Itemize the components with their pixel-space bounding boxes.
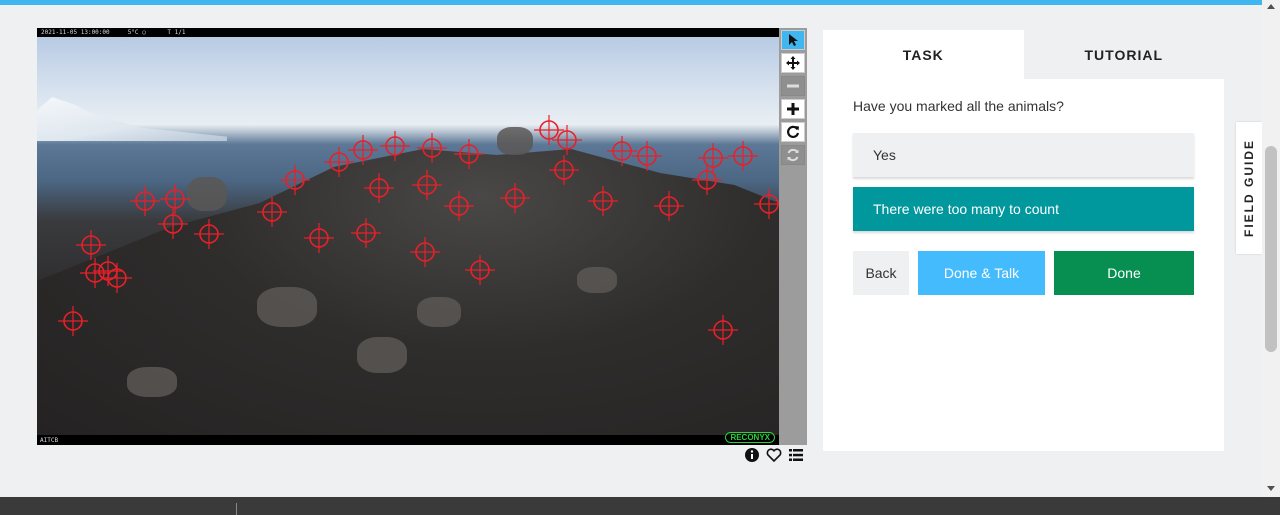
animal-mark-crosshair[interactable] [58, 306, 88, 336]
back-button[interactable]: Back [853, 251, 909, 295]
animal-mark-crosshair[interactable] [549, 155, 579, 185]
rotate-tool[interactable] [781, 122, 805, 142]
zoom-in-tool[interactable] [781, 99, 805, 119]
animal-mark-crosshair[interactable] [324, 147, 354, 177]
list-icon[interactable] [788, 447, 804, 463]
task-tabs: TASK TUTORIAL [823, 30, 1224, 79]
animal-mark-crosshair[interactable] [444, 191, 474, 221]
animal-mark-crosshair[interactable] [364, 173, 394, 203]
animal-mark-crosshair[interactable] [692, 165, 722, 195]
animal-mark-crosshair[interactable] [607, 136, 637, 166]
animal-mark-crosshair[interactable] [500, 183, 530, 213]
animal-mark-crosshair[interactable] [698, 143, 728, 173]
animal-mark-crosshair[interactable] [754, 189, 779, 219]
top-accent-bar [0, 0, 1262, 5]
subject-meta-icons [744, 447, 804, 463]
plus-icon [787, 103, 799, 115]
done-and-talk-button[interactable]: Done & Talk [918, 251, 1045, 295]
heart-icon[interactable] [766, 447, 782, 463]
footer-divider [236, 503, 237, 515]
page-scrollbar[interactable] [1262, 0, 1280, 497]
animal-mark-crosshair[interactable] [654, 191, 684, 221]
pointer-tool[interactable] [781, 30, 805, 50]
animal-mark-crosshair[interactable] [348, 135, 378, 165]
field-guide-tab[interactable]: FIELD GUIDE [1236, 122, 1262, 254]
rotate-icon [787, 125, 800, 138]
tab-tutorial[interactable]: TUTORIAL [1023, 30, 1224, 79]
minus-icon [787, 84, 799, 88]
animal-mark-crosshair[interactable] [632, 141, 662, 171]
animal-mark-crosshair[interactable] [158, 209, 188, 239]
animal-mark-crosshair[interactable] [304, 223, 334, 253]
scroll-down-arrow-icon[interactable] [1267, 486, 1275, 491]
animal-mark-crosshair[interactable] [160, 184, 190, 214]
tab-task[interactable]: TASK [823, 30, 1024, 79]
animal-mark-crosshair[interactable] [412, 170, 442, 200]
pointer-icon [789, 34, 798, 46]
move-tool[interactable] [781, 53, 805, 73]
animal-mark-crosshair[interactable] [194, 219, 224, 249]
animal-mark-crosshair[interactable] [417, 133, 447, 163]
field-guide-label: FIELD GUIDE [1242, 138, 1257, 238]
answer-yes-button[interactable]: Yes [853, 133, 1194, 177]
animal-mark-crosshair[interactable] [280, 165, 310, 195]
subject-image-viewer[interactable]: 2021-11-05 13:00:00 5°C ◯ T 1/1 AITCB RE… [37, 28, 779, 445]
answer-too-many-button[interactable]: There were too many to count [853, 187, 1194, 231]
animal-mark-crosshair[interactable] [728, 141, 758, 171]
zoom-out-tool[interactable] [781, 76, 805, 96]
scroll-thumb[interactable] [1265, 146, 1277, 352]
done-button[interactable]: Done [1054, 251, 1194, 295]
animal-mark-crosshair[interactable] [130, 186, 160, 216]
animal-marks-layer[interactable] [37, 28, 779, 445]
task-panel: TASK TUTORIAL Have you marked all the an… [823, 30, 1224, 451]
animal-mark-crosshair[interactable] [380, 131, 410, 161]
info-icon[interactable] [744, 447, 760, 463]
move-icon [786, 56, 800, 70]
scroll-up-arrow-icon[interactable] [1267, 4, 1275, 9]
animal-mark-crosshair[interactable] [102, 263, 132, 293]
animal-mark-crosshair[interactable] [454, 139, 484, 169]
animal-mark-crosshair[interactable] [76, 230, 106, 260]
animal-mark-crosshair[interactable] [465, 255, 495, 285]
page-footer [0, 497, 1280, 515]
animal-mark-crosshair[interactable] [410, 237, 440, 267]
reset-tool[interactable] [781, 145, 805, 165]
animal-mark-crosshair[interactable] [588, 186, 618, 216]
animal-mark-crosshair[interactable] [257, 197, 287, 227]
animal-mark-crosshair[interactable] [708, 315, 738, 345]
reset-icon [787, 148, 799, 162]
image-toolbar [779, 28, 807, 445]
animal-mark-crosshair[interactable] [351, 218, 381, 248]
task-question: Have you marked all the animals? [853, 98, 1064, 114]
